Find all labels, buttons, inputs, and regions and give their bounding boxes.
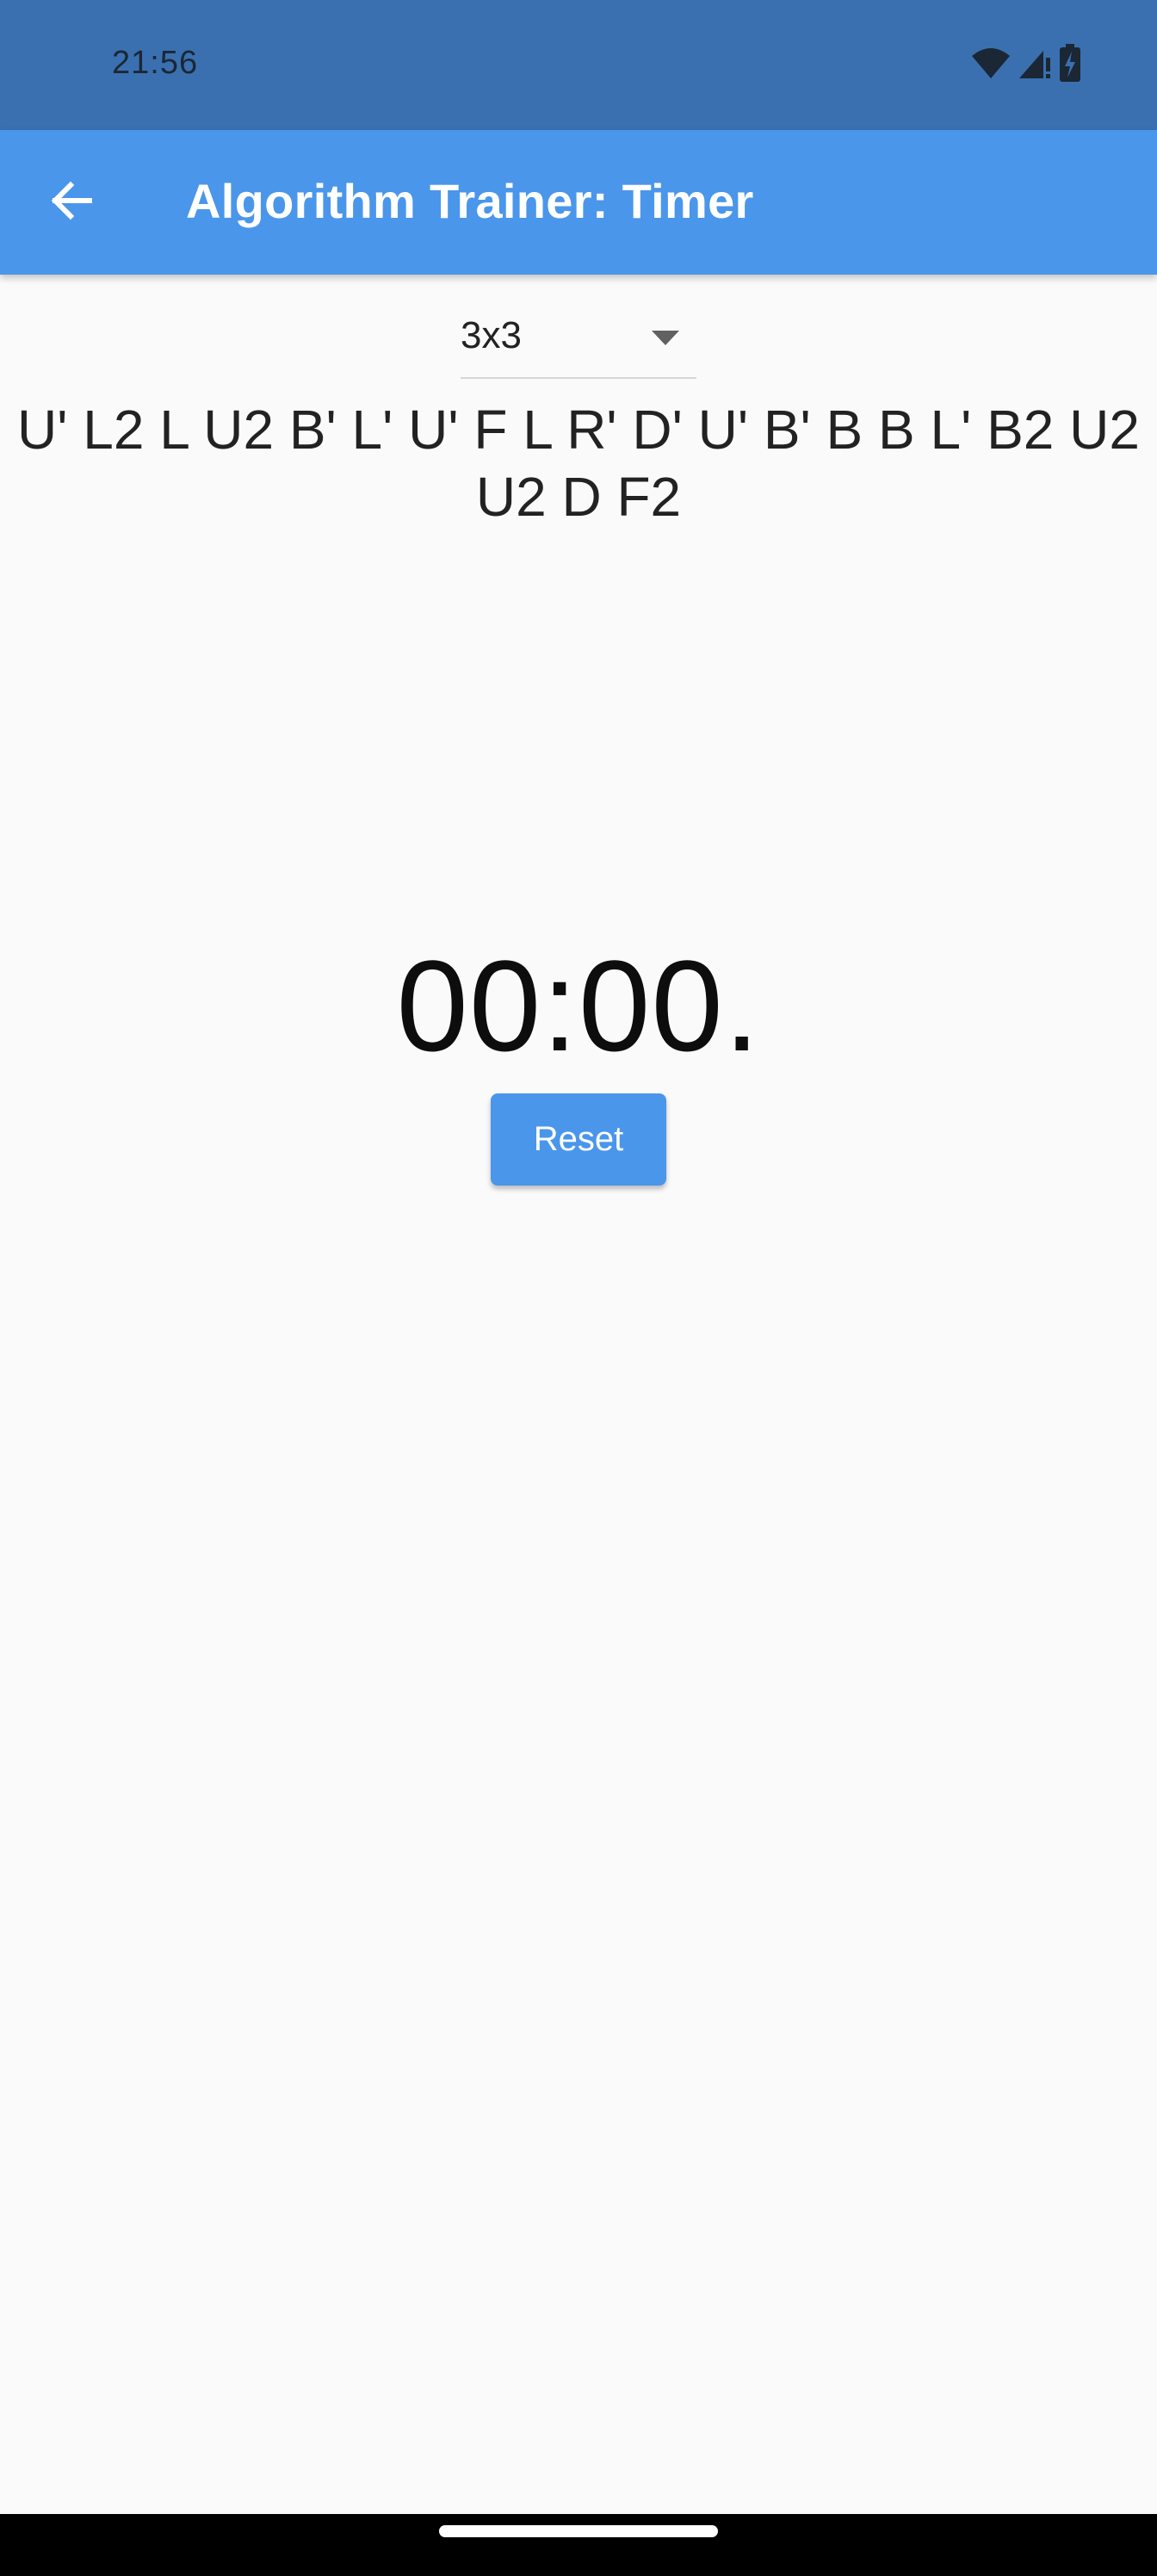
puzzle-type-value: 3x3 <box>461 314 522 356</box>
signal-icon <box>1018 46 1052 84</box>
timer-display[interactable]: 00:00. <box>0 937 1157 1074</box>
scramble-text: U' L2 L U2 B' L' U' F L R' D' U' B' B B … <box>17 399 1140 528</box>
battery-charging-icon <box>1059 43 1081 86</box>
home-indicator[interactable] <box>439 2525 718 2537</box>
navigation-bar <box>0 2514 1157 2576</box>
dropdown-arrow-icon <box>652 331 679 350</box>
back-button[interactable] <box>34 166 107 238</box>
puzzle-type-dropdown[interactable]: 3x3 <box>461 301 696 379</box>
wifi-icon <box>971 46 1011 84</box>
arrow-back-icon <box>48 178 93 227</box>
app-bar: Algorithm Trainer: Timer <box>0 130 1157 275</box>
status-bar: 21:56 <box>0 0 1157 130</box>
reset-button[interactable]: Reset <box>491 1093 666 1186</box>
status-time: 21:56 <box>112 45 199 81</box>
status-icons <box>971 43 1081 86</box>
page-title: Algorithm Trainer: Timer <box>186 174 754 228</box>
